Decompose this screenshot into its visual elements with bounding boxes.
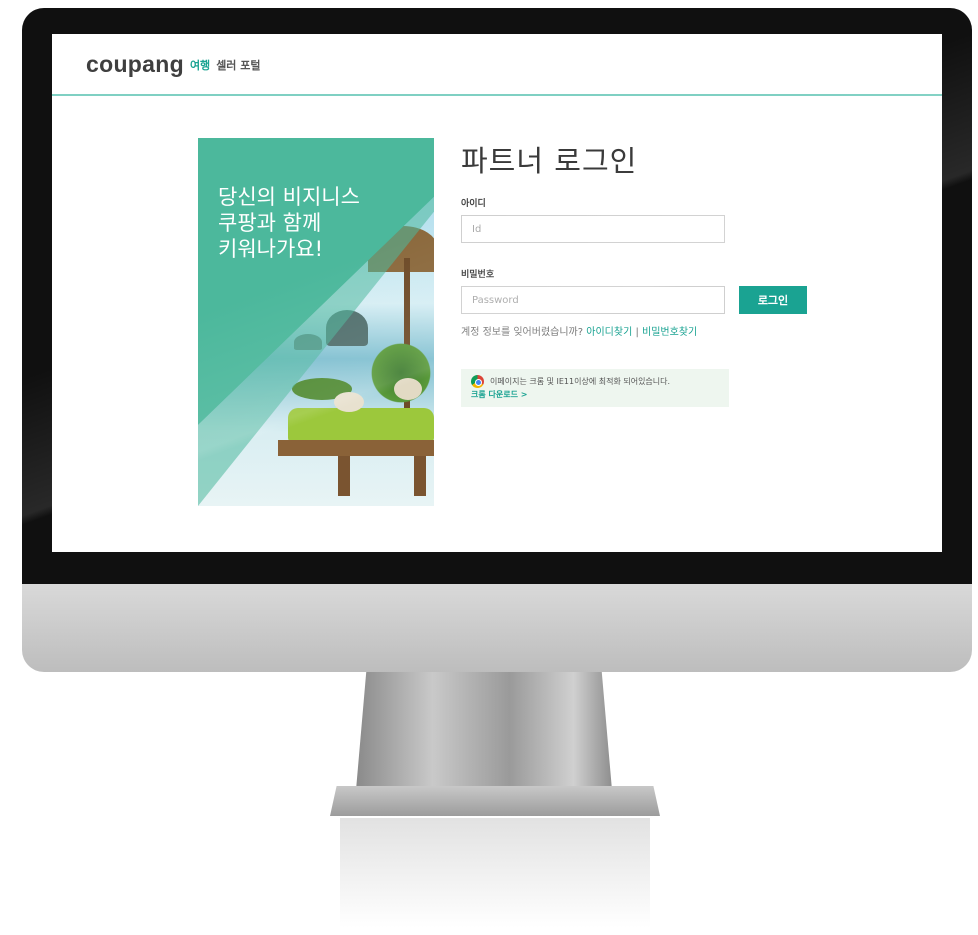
slogan-line: 당신의 비지니스	[218, 185, 360, 209]
id-input[interactable]	[461, 215, 725, 243]
monitor-screen: coupang 여행 셀러 포털 당신의 비지니스 쿠팡과 함께 키워나가요!	[52, 34, 942, 552]
slogan-line: 키워나가요!	[218, 237, 324, 261]
chrome-icon	[471, 375, 484, 388]
banner-lounger-frame	[278, 440, 434, 456]
monitor-chin	[22, 584, 972, 672]
help-text: 계정 정보를 잊어버렸습니까?	[461, 327, 584, 338]
coupang-logo[interactable]: coupang	[86, 51, 184, 78]
monitor-stand-base	[330, 786, 660, 816]
banner-slogan: 당신의 비지니스 쿠팡과 함께 키워나가요!	[218, 184, 360, 262]
account-help: 계정 정보를 잊어버렸습니까? 아이디찾기 | 비밀번호찾기	[461, 326, 725, 339]
banner-lounger-leg	[338, 456, 350, 496]
banner-rolled-towel	[394, 378, 422, 400]
header-subtitle: 셀러 포털	[216, 59, 261, 72]
stand-reflection	[340, 818, 650, 928]
chrome-download-link[interactable]: 크롬 다운로드 >	[471, 389, 719, 401]
monitor-stand-neck	[356, 672, 612, 790]
banner-lounger-cushion	[288, 408, 434, 442]
notice-text: 이페이지는 크롬 및 IE11이상에 최적화 되어있습니다.	[490, 377, 671, 386]
monitor-scene: coupang 여행 셀러 포털 당신의 비지니스 쿠팡과 함께 키워나가요!	[0, 0, 978, 935]
browser-notice: 이페이지는 크롬 및 IE11이상에 최적화 되어있습니다. 크롬 다운로드 >	[461, 369, 729, 407]
password-input[interactable]	[461, 286, 725, 314]
page-header: coupang 여행 셀러 포털	[52, 34, 942, 96]
login-button[interactable]: 로그인	[739, 286, 807, 314]
page-title: 파트너 로그인	[461, 144, 638, 178]
banner-rolled-towel	[334, 392, 364, 412]
slogan-line: 쿠팡과 함께	[218, 211, 322, 235]
link-separator: |	[635, 327, 639, 338]
find-id-link[interactable]: 아이디찾기	[586, 327, 632, 338]
find-password-link[interactable]: 비밀번호찾기	[642, 327, 697, 338]
password-row: 로그인	[461, 280, 861, 314]
banner-lounger-leg	[414, 456, 426, 496]
login-form: 파트너 로그인 아이디 비밀번호 로그인 계정 정보를 잊어버렸습니까? 아이디…	[461, 138, 861, 407]
header-subtitle-accent: 여행	[189, 59, 211, 72]
password-label: 비밀번호	[461, 270, 495, 280]
promo-banner: 당신의 비지니스 쿠팡과 함께 키워나가요!	[198, 138, 434, 506]
id-label: 아이디	[461, 199, 486, 209]
